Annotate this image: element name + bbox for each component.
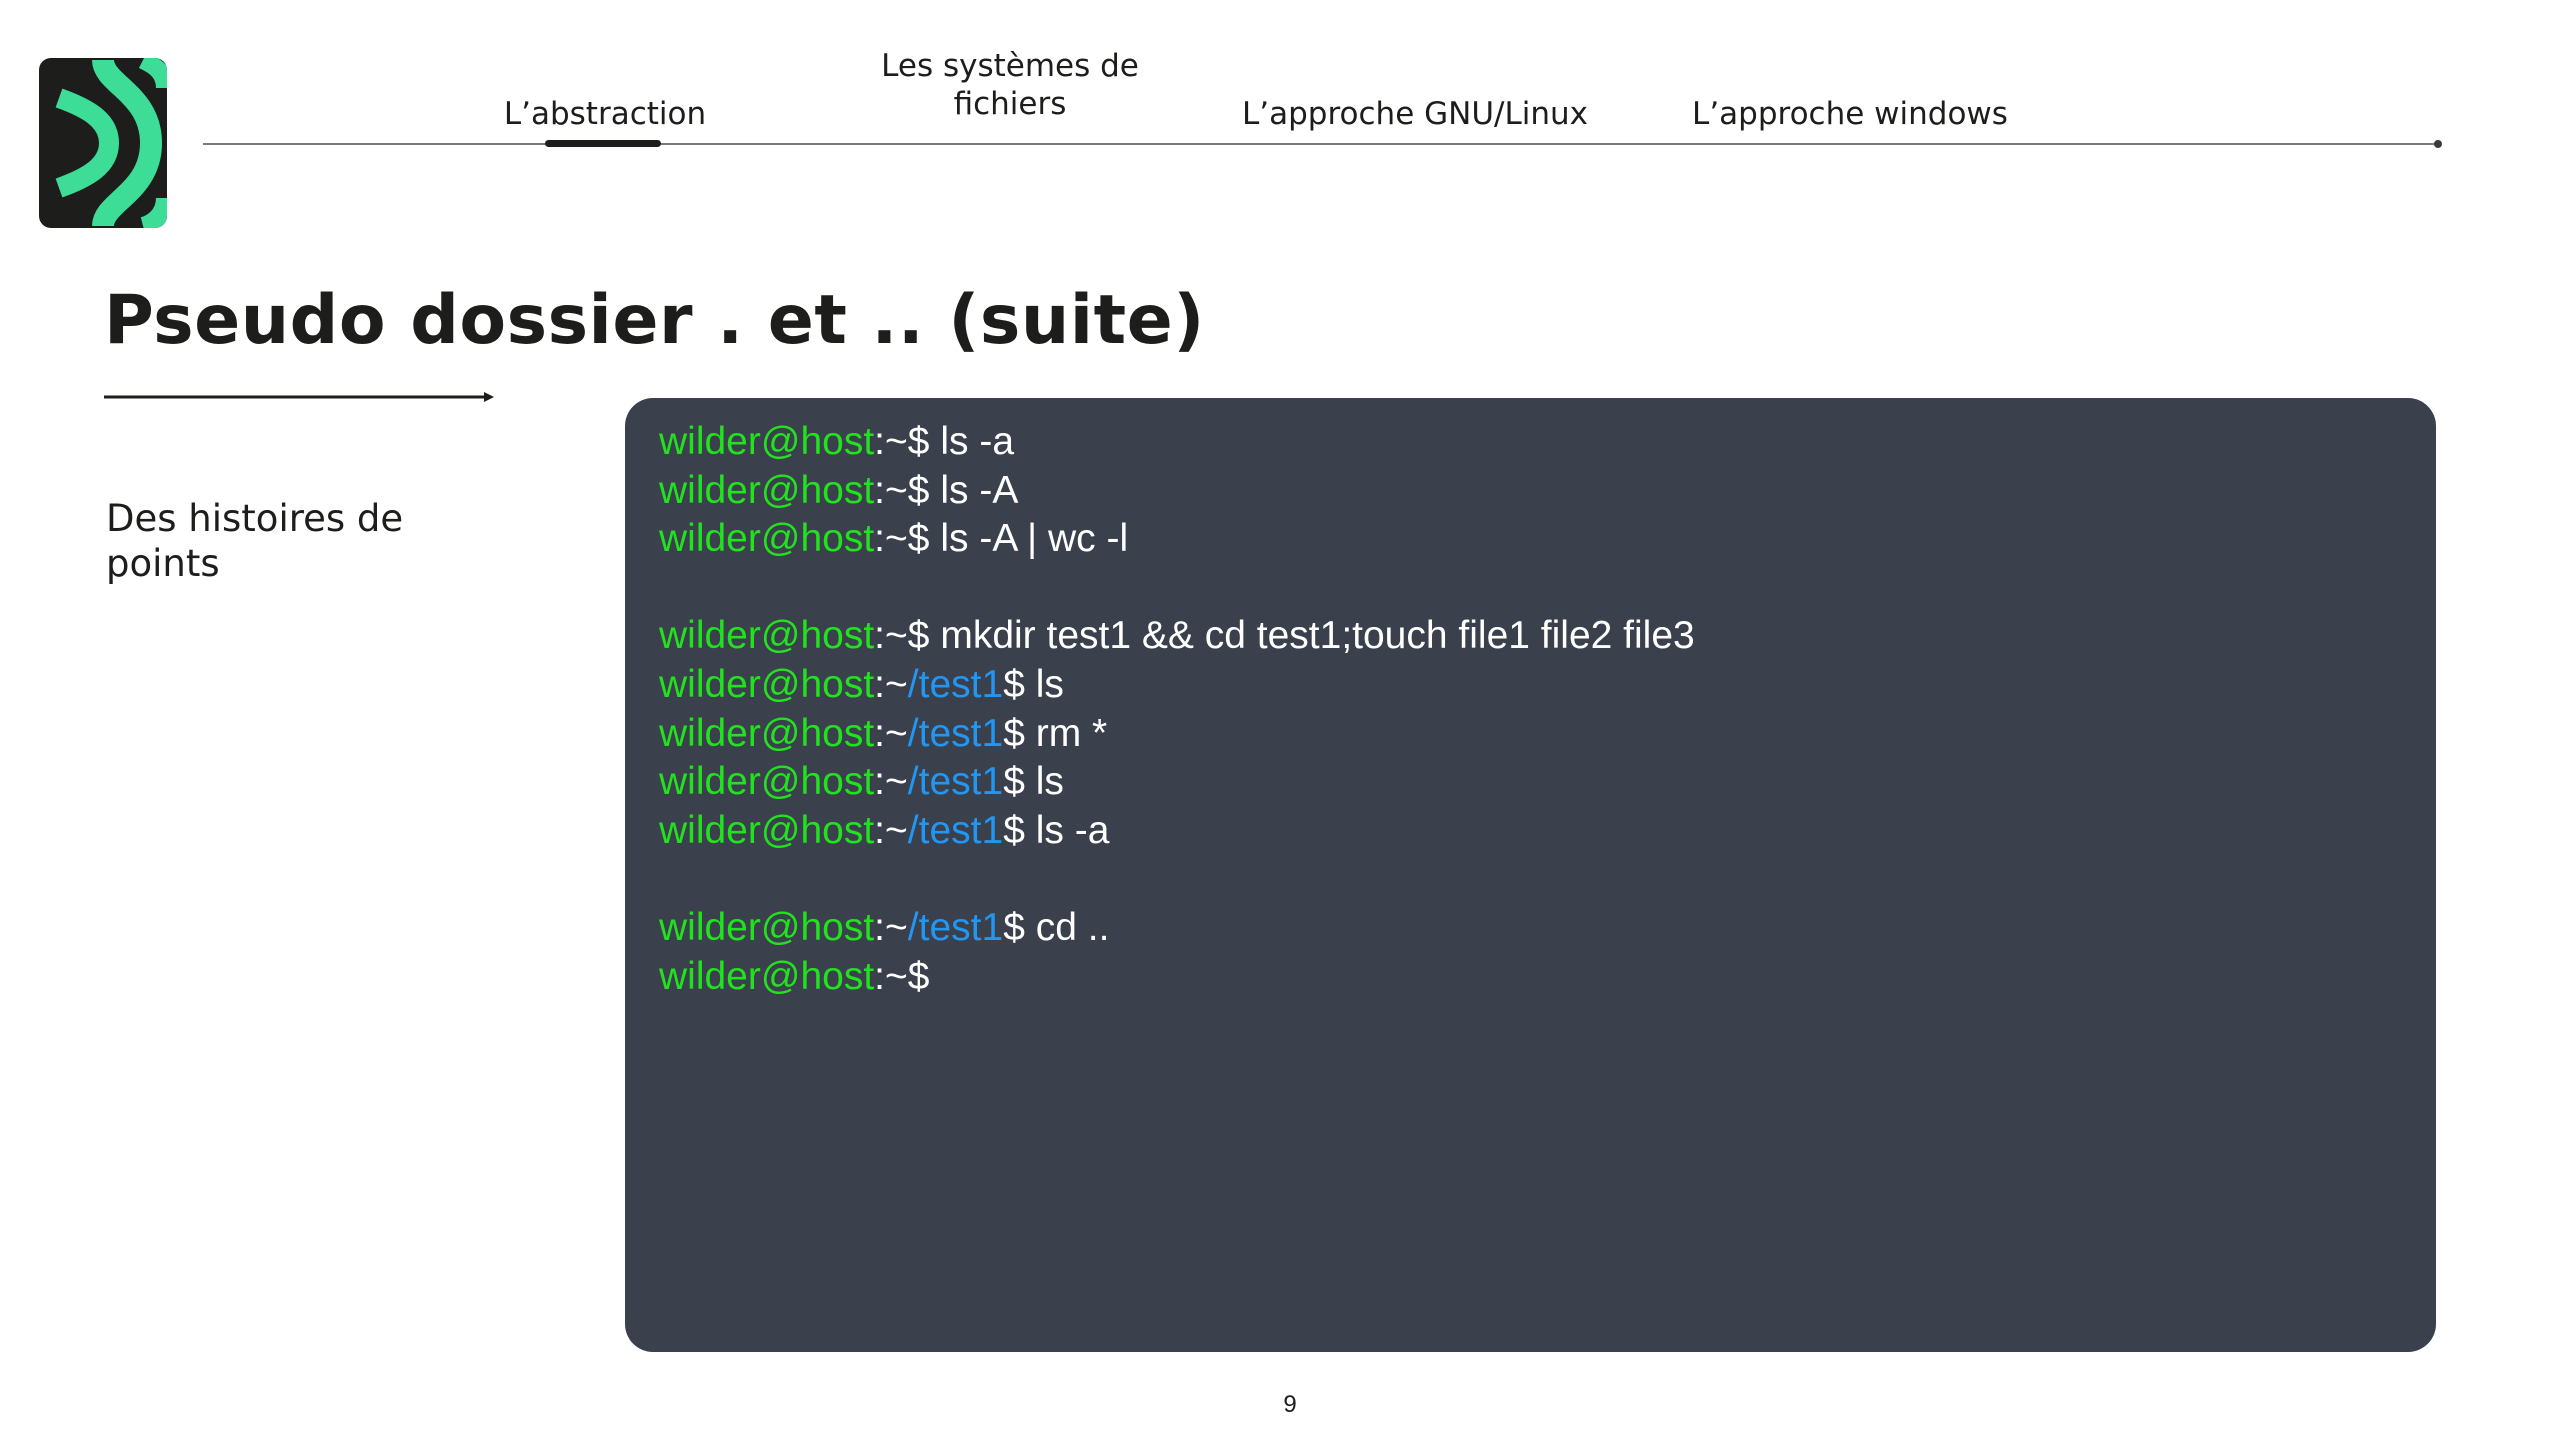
nav-divider-end-dot <box>2434 140 2442 148</box>
side-subtitle: Des histoires de points <box>106 497 404 585</box>
page-title: Pseudo dossier . et .. (suite) <box>104 281 1205 360</box>
logo <box>39 58 167 228</box>
terminal-prompt-separator: :~ <box>874 420 908 463</box>
terminal-command: ls -A <box>929 468 1019 512</box>
terminal-prompt-user: wilder@host <box>659 420 875 463</box>
terminal-line: wilder@host:~$ ls -A | wc -l <box>659 515 2436 564</box>
terminal-prompt-separator: :~ <box>874 614 908 658</box>
nav-item-systemes-de-fichiers[interactable]: Les systèmes de fichiers <box>850 47 1170 123</box>
terminal-command: ls <box>1024 760 1064 804</box>
terminal-line: wilder@host:~$ ls -A <box>659 467 2436 516</box>
terminal-prompt-separator: :~ <box>874 808 908 852</box>
terminal-prompt-dollar: $ <box>907 614 930 658</box>
terminal-prompt-dollar: $ <box>907 517 930 561</box>
terminal-prompt-dollar: $ <box>1003 760 1025 804</box>
terminal-command: mkdir test1 && cd test1;touch file1 file… <box>929 614 1695 658</box>
terminal-line: wilder@host:~$ <box>659 953 2436 1002</box>
title-underline-arrow <box>104 390 494 404</box>
terminal-command: ls <box>1024 662 1064 706</box>
terminal-command: cd .. <box>1024 905 1110 949</box>
terminal-prompt-dollar: $ <box>907 468 930 512</box>
terminal-prompt-path: /test1 <box>907 760 1004 804</box>
terminal-prompt-path: /test1 <box>907 662 1004 706</box>
terminal-prompt-path: /test1 <box>907 711 1004 755</box>
terminal-prompt-user: wilder@host <box>659 808 875 852</box>
terminal-line: wilder@host:~$ ls -a <box>659 418 2436 467</box>
page-number: 9 <box>1283 1391 1297 1418</box>
terminal-prompt-separator: :~ <box>874 954 908 998</box>
terminal-prompt-user: wilder@host <box>659 614 875 658</box>
terminal-prompt-dollar: $ <box>1003 905 1025 949</box>
terminal-line: wilder@host:~/test1$ cd .. <box>659 904 2436 953</box>
nav-item-abstraction[interactable]: L’abstraction <box>470 95 740 133</box>
terminal-prompt-separator: :~ <box>874 905 908 949</box>
terminal-prompt-user: wilder@host <box>659 905 875 949</box>
terminal-prompt-dollar: $ <box>907 954 930 998</box>
terminal-prompt-dollar: $ <box>1003 808 1025 852</box>
terminal-prompt-separator: :~ <box>874 760 908 804</box>
terminal-prompt-user: wilder@host <box>659 662 875 706</box>
terminal-line: wilder@host:~/test1$ rm * <box>659 710 2436 759</box>
terminal-prompt-user: wilder@host <box>659 468 875 512</box>
terminal-prompt-separator: :~ <box>874 517 908 561</box>
nav-divider <box>203 143 2436 145</box>
terminal-window: wilder@host:~$ ls -a wilder@host:~$ ls -A… <box>625 398 2436 1352</box>
terminal-command: ls -a <box>929 420 1015 463</box>
terminal-line: wilder@host:~/test1$ ls -a <box>659 807 2436 856</box>
terminal-prompt-path: /test1 <box>907 905 1004 949</box>
terminal-line: wilder@host:~/test1$ ls <box>659 758 2436 807</box>
terminal-line: wilder@host:~$ mkdir test1 && cd test1;t… <box>659 612 2436 661</box>
terminal-prompt-dollar: $ <box>1003 711 1025 755</box>
terminal-prompt-dollar: $ <box>1003 662 1025 706</box>
terminal-prompt-user: wilder@host <box>659 760 875 804</box>
chevron-logo-icon <box>55 58 167 228</box>
terminal-prompt-separator: :~ <box>874 711 908 755</box>
nav-item-approche-windows[interactable]: L’approche windows <box>1660 95 2040 133</box>
terminal-prompt-user: wilder@host <box>659 517 875 561</box>
terminal-prompt-separator: :~ <box>874 468 908 512</box>
nav-active-indicator <box>545 140 661 147</box>
terminal-prompt-path: /test1 <box>907 808 1004 852</box>
terminal-prompt-separator: :~ <box>874 662 908 706</box>
terminal-prompt-user: wilder@host <box>659 711 875 755</box>
terminal-prompt-dollar: $ <box>907 420 930 463</box>
terminal-command: ls -A | wc -l <box>929 517 1129 561</box>
terminal-line: wilder@host:~/test1$ ls <box>659 661 2436 710</box>
terminal-command: rm * <box>1024 711 1108 755</box>
nav-item-approche-gnu-linux[interactable]: L’approche GNU/Linux <box>1205 95 1625 133</box>
terminal-command: ls -a <box>1024 808 1110 852</box>
terminal-prompt-user: wilder@host <box>659 954 875 998</box>
